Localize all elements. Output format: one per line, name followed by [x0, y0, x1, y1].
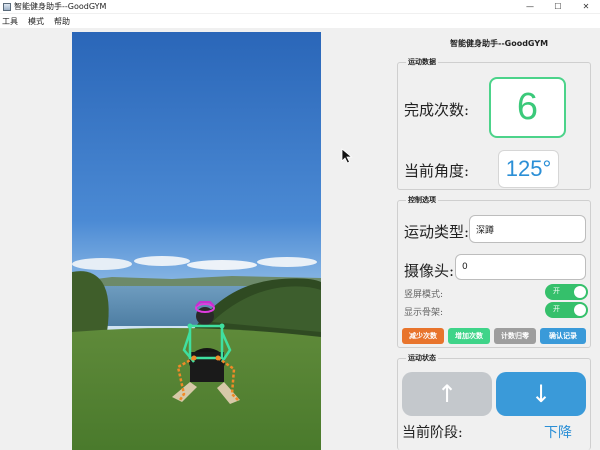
down-phase-indicator: ↓: [496, 372, 586, 416]
menu-mode[interactable]: 模式: [28, 16, 44, 27]
arrow-down-icon: ↓: [530, 380, 552, 408]
reset-count-button[interactable]: 计数归零: [494, 328, 536, 344]
exercise-type-label: 运动类型:: [404, 223, 470, 241]
portrait-mode-toggle[interactable]: 开: [545, 284, 588, 300]
camera-label: 摄像头:: [404, 262, 455, 280]
count-display: 6: [489, 77, 566, 138]
control-options-group: 控制选项 运动类型: 深蹲 摄像头: 0 竖屏模式: 开 显示骨架: 开 减少次…: [397, 195, 591, 348]
phase-value: 下降: [544, 425, 572, 441]
portrait-toggle-text: 开: [553, 287, 560, 295]
app-icon: [3, 2, 11, 11]
arrow-up-icon: ↑: [436, 380, 458, 408]
motion-state-title: 运动状态: [406, 353, 438, 363]
phase-label: 当前阶段:: [402, 425, 463, 441]
confirm-record-button[interactable]: 确认记录: [540, 328, 586, 344]
camera-feed: [72, 32, 321, 450]
close-button[interactable]: ✕: [572, 0, 600, 13]
increase-count-button[interactable]: 增加次数: [448, 328, 490, 344]
menu-help[interactable]: 帮助: [54, 16, 70, 27]
camera-input[interactable]: 0: [455, 254, 586, 280]
exercise-type-select[interactable]: 深蹲: [469, 215, 586, 243]
title-bar: 智能健身助手--GoodGYM — ☐ ✕: [0, 0, 600, 13]
count-label: 完成次数:: [404, 101, 470, 119]
control-options-title: 控制选项: [406, 195, 438, 205]
minimize-button[interactable]: —: [516, 0, 544, 13]
portrait-mode-label: 竖屏模式:: [404, 290, 444, 300]
menu-tools[interactable]: 工具: [2, 16, 18, 27]
decrease-count-button[interactable]: 减少次数: [402, 328, 444, 344]
toggle-knob: [574, 286, 586, 298]
angle-display: 125°: [498, 150, 559, 188]
skeleton-toggle-text: 开: [553, 305, 560, 313]
motion-data-title: 运动数据: [406, 57, 438, 67]
mouse-cursor-icon: [341, 148, 353, 168]
show-skeleton-toggle[interactable]: 开: [545, 302, 588, 318]
menu-bar: 工具 模式 帮助: [0, 14, 600, 28]
maximize-button[interactable]: ☐: [544, 0, 572, 13]
window-title: 智能健身助手--GoodGYM: [14, 2, 107, 11]
motion-state-group: 运动状态 ↑ ↓ 当前阶段: 下降: [397, 353, 591, 450]
show-skeleton-label: 显示骨架:: [404, 308, 444, 318]
up-phase-indicator: ↑: [402, 372, 492, 416]
motion-data-group: 运动数据 完成次数: 6 当前角度: 125°: [397, 57, 591, 190]
app-heading: 智能健身助手--GoodGYM: [450, 39, 549, 48]
toggle-knob: [574, 304, 586, 316]
angle-label: 当前角度:: [404, 162, 470, 180]
